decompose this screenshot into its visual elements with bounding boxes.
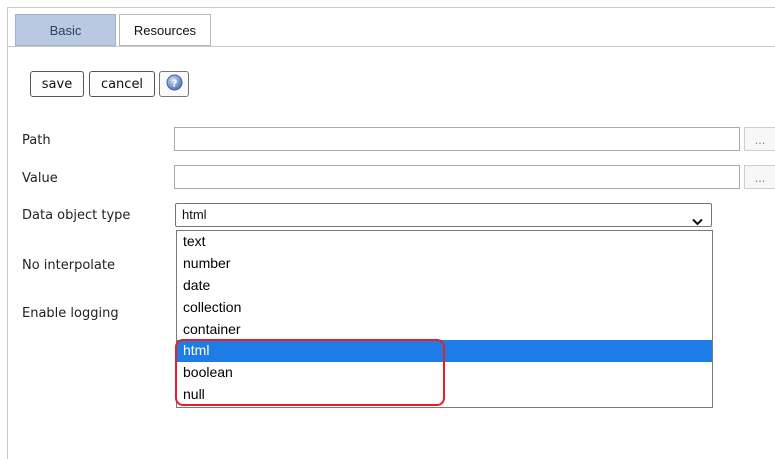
dropdown-option-null[interactable]: null <box>177 384 712 406</box>
dropdown-option-html[interactable]: html <box>177 340 712 363</box>
dropdown-option-container[interactable]: container <box>177 319 712 341</box>
tab-basic[interactable]: Basic <box>15 14 116 46</box>
dropdown-option-text[interactable]: text <box>177 231 712 253</box>
value-input[interactable] <box>174 165 740 189</box>
dropdown-option-boolean[interactable]: boolean <box>177 362 712 384</box>
dropdown-option-date[interactable]: date <box>177 275 712 297</box>
data-object-type-select[interactable]: html <box>175 203 712 227</box>
dropdown-option-number[interactable]: number <box>177 253 712 275</box>
cancel-button[interactable]: cancel <box>89 71 155 97</box>
dropdown-option-collection[interactable]: collection <box>177 297 712 319</box>
enable-logging-label: Enable logging <box>22 306 119 321</box>
save-button[interactable]: save <box>30 71 84 97</box>
tab-resources[interactable]: Resources <box>119 14 211 46</box>
no-interpolate-label: No interpolate <box>22 258 115 273</box>
data-object-type-dropdown: text number date collection container ht… <box>176 230 713 408</box>
help-icon: ? <box>166 74 183 95</box>
path-input[interactable] <box>174 127 740 151</box>
select-value: html <box>182 207 207 222</box>
path-browse-button[interactable]: ... <box>744 127 775 151</box>
path-label: Path <box>22 133 51 148</box>
tab-bar: Basic Resources <box>8 8 775 47</box>
help-button[interactable]: ? <box>159 71 189 97</box>
svg-text:?: ? <box>171 78 177 89</box>
value-label: Value <box>22 171 58 186</box>
data-object-type-label: Data object type <box>22 208 131 223</box>
value-browse-button[interactable]: ... <box>744 165 775 189</box>
